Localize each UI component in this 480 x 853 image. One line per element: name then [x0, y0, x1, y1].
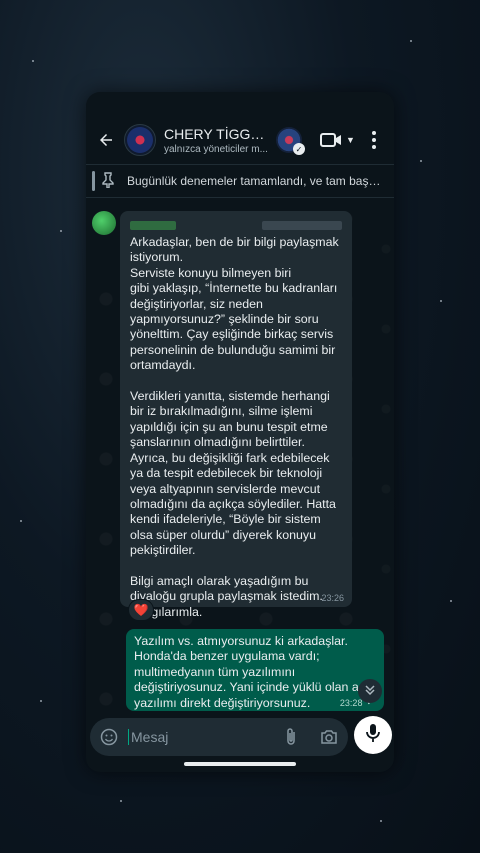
- arrow-left-icon[interactable]: [92, 126, 120, 154]
- group-avatar[interactable]: [124, 124, 156, 156]
- chat-window: CHERY TİGGO... yalnızca yöneticiler m...…: [86, 92, 394, 772]
- sticker-icon[interactable]: [98, 726, 120, 748]
- pinned-message-bar[interactable]: Bugünlük denemeler tamamlandı, ve tam ba…: [86, 164, 394, 198]
- message-input-box[interactable]: [90, 718, 348, 756]
- chevron-down-icon: ▼: [346, 135, 355, 145]
- heart-reaction[interactable]: ❤️: [128, 599, 154, 621]
- microphone-icon: [365, 723, 381, 748]
- pinned-message-text: Bugünlük denemeler tamamlandı, ve tam ba…: [127, 174, 387, 188]
- video-call-button[interactable]: ▼: [320, 132, 355, 148]
- outgoing-message[interactable]: Yazılım vs. atmıyorsunuz ki arkadaşlar. …: [126, 629, 384, 711]
- message-composer: [90, 716, 392, 760]
- microphone-button[interactable]: [354, 716, 392, 754]
- message-time: 23:26: [321, 593, 344, 603]
- message-list[interactable]: Arkadaşlar, ben de bir bilgi paylaşmak i…: [86, 199, 394, 711]
- scroll-to-bottom-button[interactable]: [358, 679, 382, 703]
- sender-avatar[interactable]: [92, 211, 116, 235]
- chat-title-block[interactable]: CHERY TİGGO... yalnızca yöneticiler m...: [164, 126, 268, 155]
- incoming-message[interactable]: Arkadaşlar, ben de bir bilgi paylaşmak i…: [120, 211, 352, 619]
- message-time: 23:28: [339, 697, 363, 708]
- pinned-indicator: [92, 171, 95, 191]
- more-vertical-icon[interactable]: [364, 131, 384, 149]
- community-avatar[interactable]: ✓: [276, 127, 305, 155]
- sender-name-redacted: [130, 220, 176, 230]
- pin-icon: [101, 171, 121, 191]
- message-input[interactable]: [131, 729, 271, 745]
- camera-icon[interactable]: [318, 729, 340, 745]
- paperclip-icon[interactable]: [280, 727, 302, 747]
- home-indicator: [184, 762, 296, 766]
- sender-phone-redacted: [262, 220, 342, 230]
- group-subtitle: yalnızca yöneticiler m...: [164, 143, 268, 155]
- check-icon: ✓: [293, 143, 305, 155]
- double-chevron-down-icon: [364, 684, 376, 699]
- group-title: CHERY TİGGO...: [164, 125, 268, 142]
- message-text: Arkadaşlar, ben de bir bilgi paylaşmak i…: [130, 235, 339, 619]
- chat-header: CHERY TİGGO... yalnızca yöneticiler m...…: [86, 116, 394, 164]
- video-call-icon: [320, 132, 342, 148]
- sender-header: [130, 217, 342, 233]
- text-cursor: [128, 729, 129, 745]
